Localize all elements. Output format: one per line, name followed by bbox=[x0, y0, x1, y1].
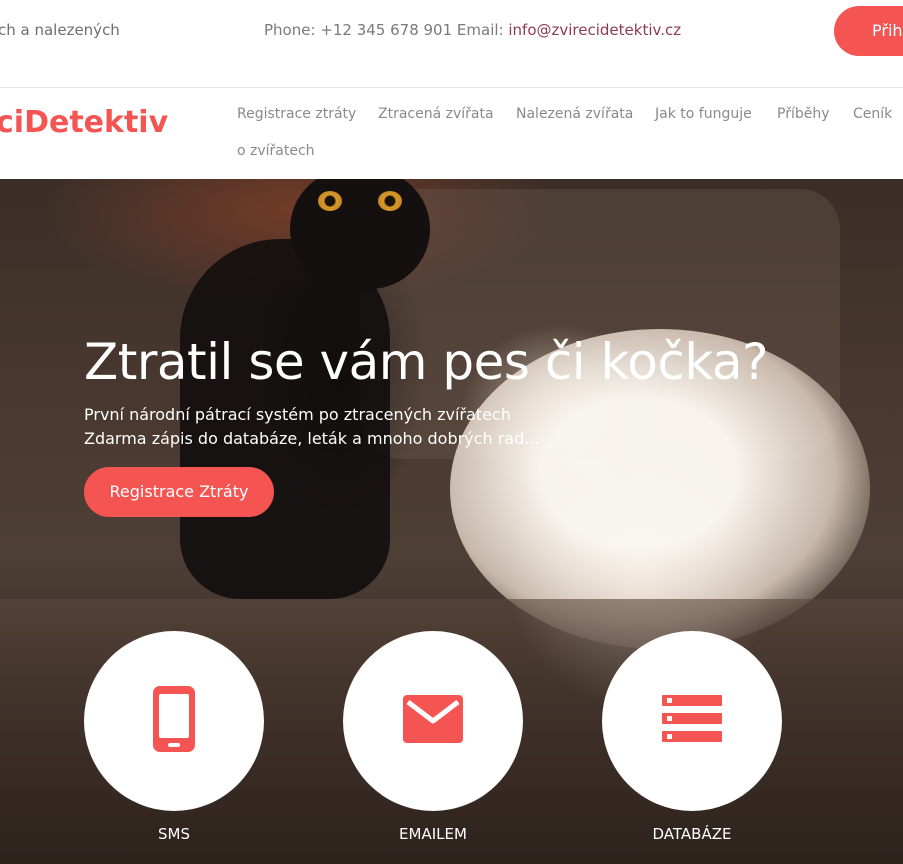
site-tagline: ch a nalezených bbox=[0, 21, 120, 39]
contact-info: Phone: +12 345 678 901 Email: info@zvire… bbox=[264, 21, 681, 39]
email-prefix: Email: bbox=[456, 21, 504, 39]
phone-icon bbox=[153, 686, 195, 756]
nav-item-ztracena-zvirata[interactable]: Ztracená zvířata bbox=[378, 106, 494, 122]
nav-item-nalezena-zvirata[interactable]: Nalezená zvířata bbox=[516, 106, 633, 122]
email-link[interactable]: info@zvirecidetektiv.cz bbox=[508, 21, 681, 39]
site-logo[interactable]: ciDetektiv bbox=[0, 105, 168, 140]
cat-eye-left bbox=[318, 191, 342, 211]
nav-item-jak-to-funguje[interactable]: Jak to funguje bbox=[655, 106, 752, 122]
phone-text: Phone: +12 345 678 901 bbox=[264, 21, 453, 39]
feature-database[interactable] bbox=[602, 631, 782, 811]
nav-item-cenik[interactable]: Ceník bbox=[853, 106, 892, 122]
feature-database-label: DATABÁZE bbox=[652, 825, 732, 843]
hero-section: Ztratil se vám pes či kočka? První národ… bbox=[0, 179, 903, 864]
envelope-icon bbox=[403, 695, 463, 747]
top-bar: ch a nalezených Phone: +12 345 678 901 E… bbox=[0, 0, 903, 88]
hero-background-cat-head bbox=[290, 179, 430, 289]
nav-item-registrace-ztraty[interactable]: Registrace ztráty bbox=[237, 106, 356, 122]
feature-sms-label: SMS bbox=[158, 825, 190, 843]
hero-subtitle-line1: První národní pátrací systém po ztracený… bbox=[84, 405, 511, 424]
register-loss-button[interactable]: Registrace Ztráty bbox=[84, 467, 274, 517]
hero-subtitle-line2: Zdarma zápis do databáze, leták a mnoho … bbox=[84, 429, 540, 448]
nav-item-pribehy[interactable]: Příběhy bbox=[777, 106, 830, 122]
feature-sms[interactable] bbox=[84, 631, 264, 811]
nav-item-o-zviratech[interactable]: o zvířatech bbox=[237, 143, 315, 159]
login-button[interactable]: Přihl bbox=[834, 6, 903, 56]
feature-email-label: EMAILEM bbox=[399, 825, 467, 843]
feature-email[interactable] bbox=[343, 631, 523, 811]
cat-eye-right bbox=[378, 191, 402, 211]
hero-title: Ztratil se vám pes či kočka? bbox=[84, 333, 769, 391]
database-icon bbox=[662, 695, 722, 747]
